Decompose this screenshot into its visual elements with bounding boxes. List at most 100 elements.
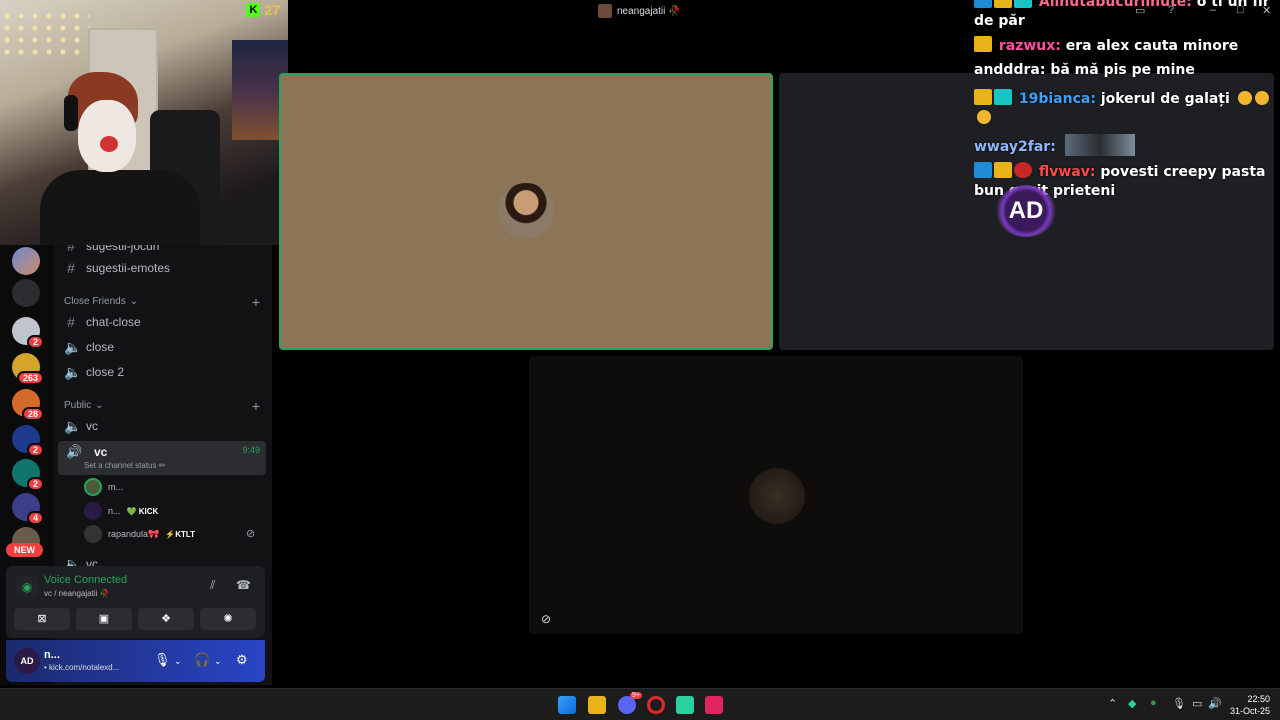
unread-badge: 2	[26, 443, 44, 457]
tray-app-icon[interactable]: ●	[1150, 697, 1157, 709]
chat-message: andddra: bă mă pis pe mine	[974, 61, 1270, 80]
volume-icon[interactable]: 🔊	[1208, 697, 1222, 710]
network-icon[interactable]: ▭	[1192, 697, 1202, 710]
streamer-torso	[40, 170, 200, 245]
category-close-friends[interactable]: Close Friends ⌄	[64, 296, 138, 307]
server-icon[interactable]: 4	[12, 493, 44, 525]
category-public[interactable]: Public ⌄	[64, 400, 104, 411]
category-label: Public	[64, 400, 92, 411]
voice-member[interactable]: m...	[84, 477, 123, 497]
server-icon[interactable]: 263	[12, 353, 44, 385]
channel-sugestii-emotes[interactable]: # sugestii-emotes	[64, 257, 170, 279]
member-tag: ⚡KTLT	[165, 529, 196, 539]
server-icon[interactable]	[12, 247, 40, 275]
sub-badge-icon	[1014, 0, 1032, 8]
server-icon[interactable]: 2	[12, 459, 44, 491]
channel-label: sugestii-emotes	[86, 261, 171, 275]
voice-member[interactable]: rapandula🎀 ⚡KTLT	[84, 524, 195, 544]
unread-badge: 2	[26, 335, 44, 349]
voice-duration: 9:49	[242, 445, 260, 455]
chat-message: 19bianca: jokerul de galați	[974, 89, 1270, 128]
crown-badge-icon	[974, 36, 992, 52]
disconnect-icon[interactable]: ☎	[236, 578, 251, 592]
participant-avatar	[498, 183, 554, 239]
new-pill[interactable]: NEW	[6, 543, 43, 557]
channel-label: vc	[94, 445, 108, 459]
participant-tile[interactable]: ⊘	[529, 356, 1023, 634]
set-channel-status[interactable]: Set a channel status ✏	[84, 461, 165, 470]
channel-logo: AD	[996, 185, 1056, 237]
soundboard-button[interactable]: ✺	[200, 608, 256, 630]
channel-close-2[interactable]: 🔈 close 2	[64, 361, 124, 383]
crown-badge-icon	[974, 89, 992, 105]
member-name: m...	[108, 482, 123, 492]
file-explorer-icon[interactable]	[588, 696, 606, 714]
server-icon[interactable]	[12, 279, 40, 307]
voice-member[interactable]: n... 💚 KICK	[84, 501, 158, 521]
chevron-down-icon[interactable]: ⌄	[174, 656, 182, 667]
participant-tile-speaking[interactable]	[279, 73, 773, 350]
gear-icon[interactable]: ⚙	[236, 652, 248, 668]
muted-icon: ⊘	[246, 528, 256, 540]
active-voice-channel[interactable]: 🔊 vc 9:49 Set a channel status ✏	[58, 441, 266, 475]
screenshare-button[interactable]: ▣	[76, 608, 132, 630]
opera-icon[interactable]	[647, 696, 665, 714]
member-tag: 💚 KICK	[126, 506, 159, 516]
fairy-lights	[0, 10, 90, 60]
discord-badge: 9+	[630, 692, 642, 699]
chat-message: wway2far:	[974, 134, 1270, 157]
emoji-icon	[1254, 91, 1269, 105]
discord-icon[interactable]: 9+	[618, 692, 642, 714]
avatar[interactable]: AD	[14, 648, 40, 674]
channel-label: close	[86, 340, 115, 354]
channel-label: chat-close	[86, 315, 141, 329]
username[interactable]: n...	[44, 649, 60, 661]
microphone-icon[interactable]: 🎙	[1172, 697, 1186, 710]
channel-label: close 2	[86, 365, 125, 379]
add-channel-icon[interactable]: +	[252, 294, 260, 310]
participant-avatar	[749, 468, 805, 524]
headphones-icon[interactable]: 🎧	[194, 652, 210, 668]
noise-suppression-icon[interactable]: ⫽	[210, 578, 215, 593]
user-panel: AD n... • kick.com/notalexd... 🎙 ⌄ 🎧 ⌄ ⚙	[6, 640, 265, 682]
hash-icon: #	[67, 245, 75, 254]
channel-close[interactable]: 🔈 close	[64, 336, 114, 358]
unread-badge: 28	[21, 407, 44, 421]
camera-button[interactable]: ⊠	[14, 608, 70, 630]
server-icon[interactable]: 2	[12, 425, 44, 457]
kick-logo-icon: K	[246, 3, 261, 17]
chat-username: Alinutabucuriinute:	[1038, 0, 1192, 10]
channel-label: sugestii-jocuri	[86, 245, 160, 253]
chevron-down-icon[interactable]: ⌄	[214, 656, 222, 667]
speaker-icon: 🔈	[64, 417, 82, 434]
clock-time: 22:50	[1247, 694, 1270, 704]
group-avatar	[598, 4, 612, 18]
speaker-icon: 🔈	[64, 338, 82, 355]
signal-icon[interactable]: ◉	[16, 576, 38, 598]
hash-icon: #	[67, 260, 75, 276]
channel-chat-close[interactable]: # chat-close	[64, 311, 141, 333]
channel-vc[interactable]: 🔈 vc	[64, 415, 98, 437]
channel-label: vc	[86, 419, 98, 433]
clock-date: 31-Oct-25	[1229, 706, 1270, 716]
voice-channel-link[interactable]: vc / neangajatii 🥀	[44, 589, 110, 598]
voice-status[interactable]: Voice Connected	[44, 574, 127, 586]
server-icon[interactable]: 2	[12, 317, 44, 349]
microphone-icon[interactable]: 🎙	[154, 652, 171, 668]
server-icon[interactable]: 28	[12, 389, 44, 421]
kick-viewer-count: K 27	[246, 2, 280, 18]
crown-badge-icon	[994, 0, 1012, 8]
chevron-up-icon[interactable]: ⌃	[1108, 697, 1117, 710]
start-icon[interactable]	[558, 696, 576, 714]
app-icon[interactable]	[676, 696, 694, 714]
channel-sugestii-jocuri[interactable]: # sugestii-jocuri	[64, 245, 159, 257]
activities-button[interactable]: ❖	[138, 608, 194, 630]
tiktok-icon[interactable]	[705, 696, 723, 714]
tray-app-icon[interactable]: ◆	[1128, 697, 1136, 710]
emoji-icon	[977, 110, 991, 124]
member-name: n...	[108, 506, 121, 516]
chat-text: bă mă pis pe mine	[1050, 62, 1195, 78]
add-channel-icon[interactable]: +	[252, 398, 260, 414]
pin-badge-icon	[974, 0, 992, 8]
clock[interactable]: 22:50 31-Oct-25	[1230, 693, 1270, 717]
